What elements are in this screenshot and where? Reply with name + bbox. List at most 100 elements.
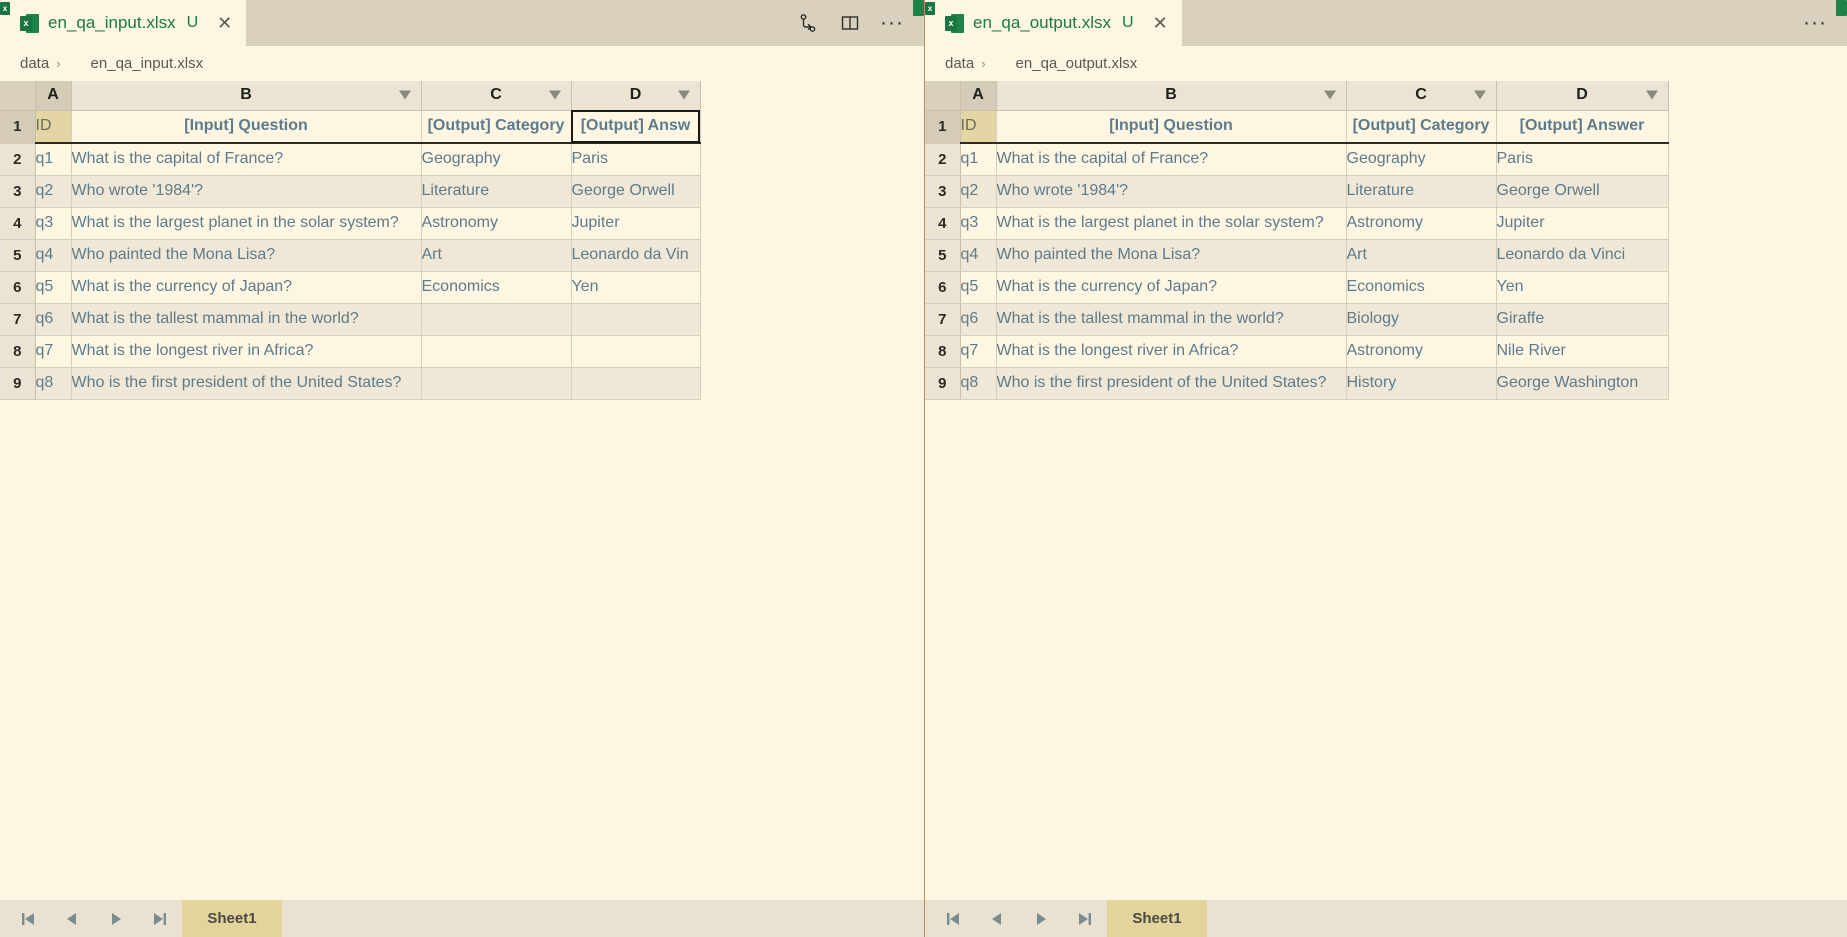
source-control-icon[interactable]: [796, 11, 820, 35]
cell-a2[interactable]: q1: [960, 143, 997, 176]
cell-d7[interactable]: Giraffe: [1496, 303, 1669, 336]
cell-c8[interactable]: [421, 335, 572, 368]
cell-b9[interactable]: Who is the first president of the United…: [996, 367, 1347, 400]
cell-c2[interactable]: Geography: [1346, 143, 1497, 176]
row-header-4[interactable]: 4: [0, 207, 36, 240]
cell-c9[interactable]: [421, 367, 572, 400]
cell-b3[interactable]: Who wrote '1984'?: [996, 175, 1347, 208]
cell-c4[interactable]: Astronomy: [421, 207, 572, 240]
select-all-corner[interactable]: [0, 81, 36, 111]
cell-b8[interactable]: What is the longest river in Africa?: [996, 335, 1347, 368]
cell-c7[interactable]: [421, 303, 572, 336]
more-actions-icon[interactable]: ···: [880, 11, 904, 35]
cell-d3[interactable]: George Orwell: [571, 175, 701, 208]
cell-a4[interactable]: q3: [35, 207, 72, 240]
tab-en-qa-input[interactable]: x en_qa_input.xlsx U ✕: [0, 0, 248, 46]
column-header-c[interactable]: C: [421, 81, 572, 111]
row-header-2[interactable]: 2: [0, 143, 36, 176]
cell-d3[interactable]: George Orwell: [1496, 175, 1669, 208]
split-editor-icon[interactable]: [838, 11, 862, 35]
cell-c2[interactable]: Geography: [421, 143, 572, 176]
cell-d6[interactable]: Yen: [1496, 271, 1669, 304]
cell-a5[interactable]: q4: [35, 239, 72, 272]
filter-icon-b[interactable]: [398, 90, 411, 100]
last-sheet-icon[interactable]: [138, 900, 182, 937]
cell-d9[interactable]: [571, 367, 701, 400]
row-header-5[interactable]: 5: [0, 239, 36, 272]
column-header-d[interactable]: D: [571, 81, 701, 111]
cell-b4[interactable]: What is the largest planet in the solar …: [996, 207, 1347, 240]
cell-d7[interactable]: [571, 303, 701, 336]
row-header-8[interactable]: 8: [925, 335, 961, 368]
close-icon[interactable]: ✕: [1153, 14, 1168, 32]
more-actions-icon[interactable]: ···: [1803, 11, 1827, 35]
column-header-c[interactable]: C: [1346, 81, 1497, 111]
row-header-5[interactable]: 5: [925, 239, 961, 272]
cell-a9[interactable]: q8: [960, 367, 997, 400]
cell-b1[interactable]: [Input] Question: [71, 110, 422, 144]
cell-d5[interactable]: Leonardo da Vin: [571, 239, 701, 272]
cell-a1[interactable]: ID: [35, 110, 72, 144]
column-header-b[interactable]: B: [996, 81, 1347, 111]
cell-c6[interactable]: Economics: [1346, 271, 1497, 304]
cell-a9[interactable]: q8: [35, 367, 72, 400]
next-sheet-icon[interactable]: [94, 900, 138, 937]
cell-b3[interactable]: Who wrote '1984'?: [71, 175, 422, 208]
select-all-corner[interactable]: [925, 81, 961, 111]
row-header-7[interactable]: 7: [0, 303, 36, 336]
cell-b2[interactable]: What is the capital of France?: [71, 143, 422, 176]
cell-b7[interactable]: What is the tallest mammal in the world?: [71, 303, 422, 336]
cell-a3[interactable]: q2: [35, 175, 72, 208]
cell-d1[interactable]: [Output] Answ: [571, 110, 701, 144]
cell-b5[interactable]: Who painted the Mona Lisa?: [71, 239, 422, 272]
cell-b9[interactable]: Who is the first president of the United…: [71, 367, 422, 400]
cell-b8[interactable]: What is the longest river in Africa?: [71, 335, 422, 368]
cell-d6[interactable]: Yen: [571, 271, 701, 304]
column-header-a[interactable]: A: [960, 81, 997, 111]
column-header-d[interactable]: D: [1496, 81, 1669, 111]
breadcrumb-file[interactable]: en_qa_input.xlsx: [91, 55, 204, 72]
cell-c3[interactable]: Literature: [1346, 175, 1497, 208]
cell-d8[interactable]: Nile River: [1496, 335, 1669, 368]
row-header-2[interactable]: 2: [925, 143, 961, 176]
column-header-a[interactable]: A: [35, 81, 72, 111]
row-header-6[interactable]: 6: [0, 271, 36, 304]
cell-c1[interactable]: [Output] Category: [1346, 110, 1497, 144]
filter-icon-c[interactable]: [548, 90, 561, 100]
column-header-b[interactable]: B: [71, 81, 422, 111]
cell-a8[interactable]: q7: [960, 335, 997, 368]
cell-d2[interactable]: Paris: [1496, 143, 1669, 176]
cell-d1[interactable]: [Output] Answer: [1496, 110, 1669, 144]
row-header-7[interactable]: 7: [925, 303, 961, 336]
previous-sheet-icon[interactable]: [975, 900, 1019, 937]
row-header-9[interactable]: 9: [0, 367, 36, 400]
cell-a5[interactable]: q4: [960, 239, 997, 272]
last-sheet-icon[interactable]: [1063, 900, 1107, 937]
filter-icon-d[interactable]: [1645, 90, 1658, 100]
sheet-tab-sheet1[interactable]: Sheet1: [182, 900, 282, 937]
cell-b2[interactable]: What is the capital of France?: [996, 143, 1347, 176]
row-header-1[interactable]: 1: [0, 110, 36, 144]
cell-c6[interactable]: Economics: [421, 271, 572, 304]
row-header-3[interactable]: 3: [0, 175, 36, 208]
breadcrumb-file[interactable]: en_qa_output.xlsx: [1016, 55, 1138, 72]
cell-b4[interactable]: What is the largest planet in the solar …: [71, 207, 422, 240]
cell-a1[interactable]: ID: [960, 110, 997, 144]
cell-b1[interactable]: [Input] Question: [996, 110, 1347, 144]
cell-c5[interactable]: Art: [1346, 239, 1497, 272]
cell-d4[interactable]: Jupiter: [1496, 207, 1669, 240]
filter-icon-c[interactable]: [1473, 90, 1486, 100]
cell-a7[interactable]: q6: [960, 303, 997, 336]
previous-sheet-icon[interactable]: [50, 900, 94, 937]
close-icon[interactable]: ✕: [217, 14, 232, 32]
cell-c7[interactable]: Biology: [1346, 303, 1497, 336]
cell-a6[interactable]: q5: [960, 271, 997, 304]
cell-a6[interactable]: q5: [35, 271, 72, 304]
cell-c5[interactable]: Art: [421, 239, 572, 272]
cell-a7[interactable]: q6: [35, 303, 72, 336]
row-header-9[interactable]: 9: [925, 367, 961, 400]
cell-b6[interactable]: What is the currency of Japan?: [996, 271, 1347, 304]
filter-icon-b[interactable]: [1323, 90, 1336, 100]
cell-d4[interactable]: Jupiter: [571, 207, 701, 240]
next-sheet-icon[interactable]: [1019, 900, 1063, 937]
